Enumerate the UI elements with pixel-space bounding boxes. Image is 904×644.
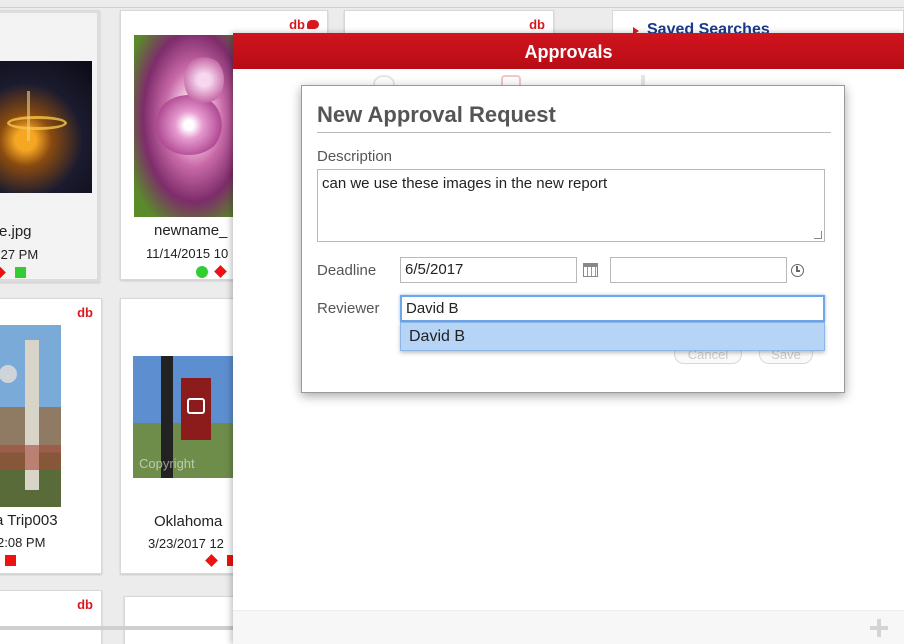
approvals-title: Approvals [524, 42, 613, 62]
plus-icon[interactable] [870, 619, 888, 637]
title-divider [317, 132, 831, 133]
status-diamond-icon [214, 265, 227, 278]
status-square-icon [15, 267, 26, 278]
db-badge: db [529, 17, 545, 32]
db-badge: db [289, 17, 319, 32]
clock-icon[interactable] [791, 264, 804, 277]
suggestion-label: David B [409, 328, 466, 345]
description-text: can we use these images in the new repor… [322, 175, 608, 192]
status-diamond-icon [0, 266, 6, 279]
asset-filename: newname_ [154, 222, 228, 239]
calendar-icon[interactable] [583, 263, 598, 277]
watermark: Copyright [139, 456, 195, 471]
deadline-date-value: 6/5/2017 [405, 261, 464, 278]
asset-thumbnail[interactable] [0, 325, 61, 507]
panel-footer [233, 610, 904, 644]
asset-date: 3/23/2017 12 [148, 536, 224, 551]
asset-card[interactable]: e.jpg :27 PM [0, 10, 100, 282]
asset-card[interactable] [124, 596, 244, 644]
asset-date: :27 PM [0, 247, 39, 262]
dialog-title: New Approval Request [317, 102, 556, 127]
asset-card[interactable]: db [0, 590, 102, 644]
toolbar-divider [0, 7, 904, 8]
description-field[interactable]: can we use these images in the new repor… [317, 169, 825, 242]
db-badge: db [77, 597, 93, 612]
deadline-time-field[interactable] [610, 257, 787, 283]
resize-handle-icon[interactable] [814, 231, 822, 239]
status-square-icon [5, 555, 16, 566]
asset-card[interactable]: db a Trip003 2:08 PM [0, 298, 102, 574]
reviewer-label: Reviewer [317, 300, 380, 317]
reviewer-value: David B [406, 300, 459, 317]
asset-date: 11/14/2015 10 [146, 246, 229, 261]
description-label: Description [317, 148, 393, 165]
asset-thumbnail[interactable]: Copyright [133, 356, 233, 478]
comment-icon [307, 20, 319, 29]
db-badge: db [77, 305, 93, 320]
asset-filename: a Trip003 [0, 512, 58, 529]
status-dot-icon [196, 266, 208, 278]
asset-date: 2:08 PM [0, 535, 46, 550]
asset-filename: Oklahoma [154, 513, 223, 530]
asset-thumbnail[interactable] [0, 61, 92, 193]
asset-thumbnail[interactable] [134, 35, 234, 217]
approvals-header: Approvals [233, 33, 904, 69]
reviewer-suggestion[interactable]: David B [400, 322, 825, 351]
deadline-label: Deadline [317, 262, 377, 279]
status-diamond-icon [205, 554, 218, 567]
deadline-date-field[interactable]: 6/5/2017 [400, 257, 577, 283]
reviewer-field[interactable]: David B [400, 295, 825, 322]
asset-filename: e.jpg [0, 223, 32, 240]
